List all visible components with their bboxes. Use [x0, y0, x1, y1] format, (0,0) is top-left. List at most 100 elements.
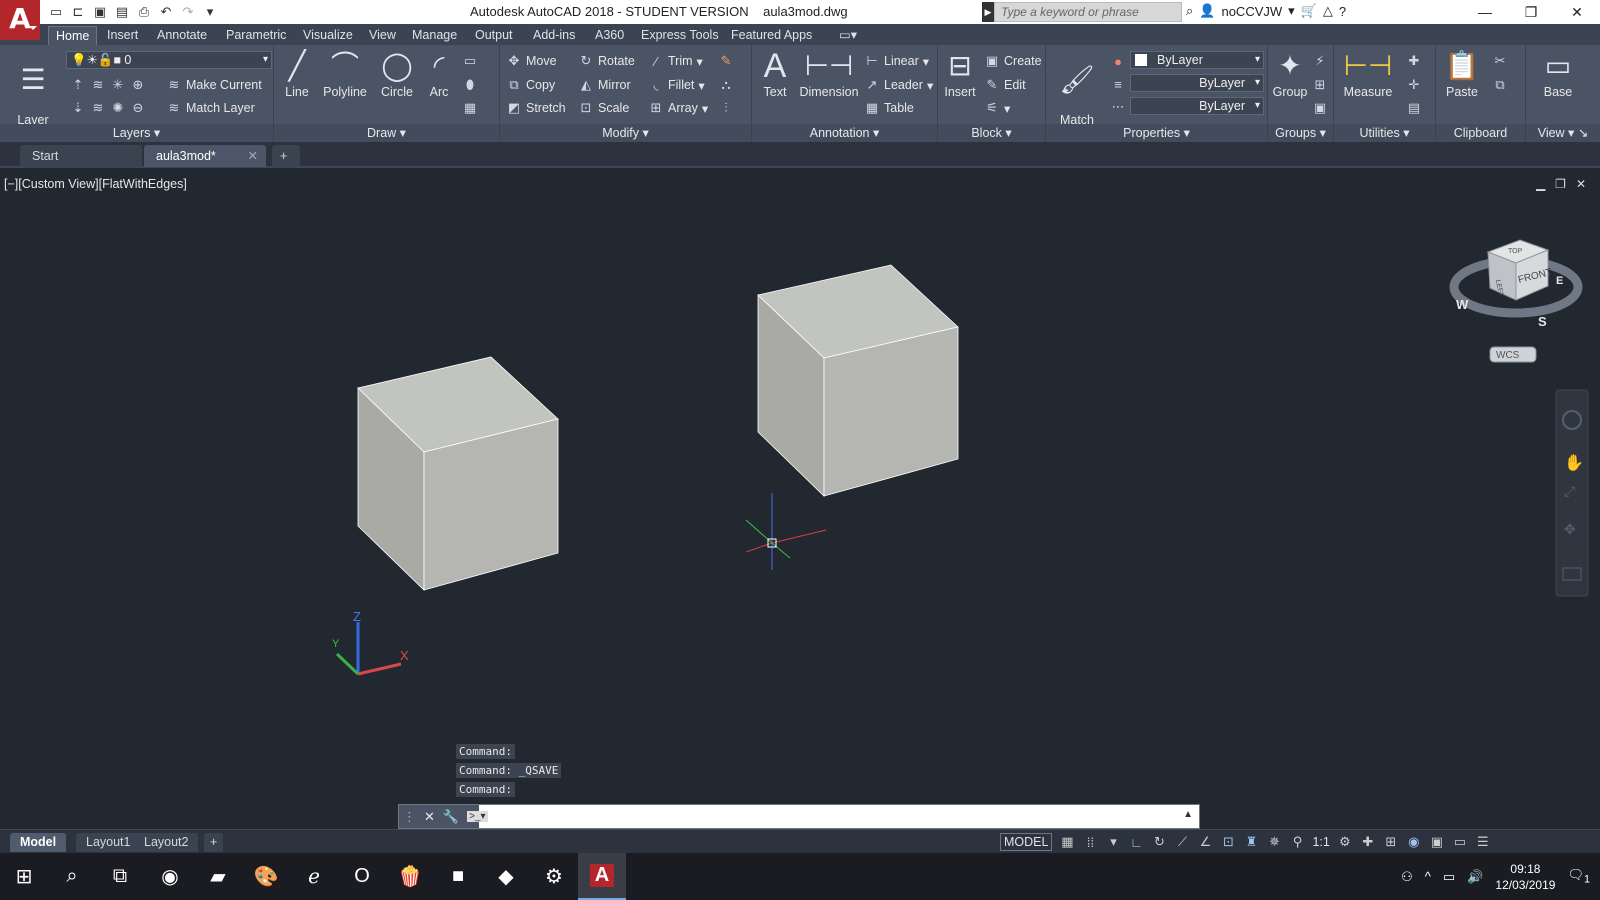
dimension-button[interactable]: ⊢⊣ Dimension: [796, 45, 862, 100]
cart-icon[interactable]: 🛒: [1301, 3, 1317, 19]
isodraft-icon[interactable]: ⟋: [1174, 834, 1190, 850]
polar-icon[interactable]: ↻: [1151, 834, 1167, 850]
viewport-close-icon[interactable]: ✕: [1576, 177, 1586, 191]
user-icon[interactable]: 👤: [1199, 3, 1215, 19]
tab-parametric[interactable]: Parametric: [219, 26, 293, 45]
people-icon[interactable]: ⚇: [1401, 869, 1413, 885]
ortho-icon[interactable]: ∟: [1128, 834, 1144, 850]
settings-gear-icon[interactable]: ⚙: [530, 853, 578, 900]
hatch-tool[interactable]: ⬮: [462, 77, 478, 93]
block-attributes-button[interactable]: ⚟ ▾: [984, 100, 1010, 116]
add-layout-icon[interactable]: +: [204, 833, 224, 852]
linetype-dropdown[interactable]: ByLayer: [1130, 74, 1264, 92]
linear-button[interactable]: ⊢ Linear ▾: [864, 53, 929, 69]
polyline-button[interactable]: ⌒ Polyline: [318, 45, 372, 100]
notifications-icon[interactable]: 🗨1: [1567, 867, 1590, 886]
solid-box-right[interactable]: [757, 264, 959, 497]
move-button[interactable]: ✥ Move: [506, 53, 557, 69]
quick-select-tool[interactable]: ✚: [1406, 53, 1422, 69]
compass-south-label[interactable]: S: [1538, 314, 1547, 329]
viewport-minimize-icon[interactable]: ▁: [1536, 177, 1545, 191]
fillet-button[interactable]: ◟ Fillet ▾: [648, 77, 704, 93]
workspace-gear-icon[interactable]: ⚙: [1337, 834, 1353, 850]
rectangle-tool[interactable]: ▭: [462, 53, 478, 69]
ucs-icon[interactable]: [335, 622, 402, 676]
scale-button[interactable]: ⊡ Scale: [578, 100, 630, 116]
recent-commands-icon[interactable]: ▲: [1183, 809, 1193, 820]
close-tab-icon[interactable]: ✕: [248, 145, 258, 167]
calculator-tool[interactable]: ▤: [1406, 100, 1422, 116]
ribbon-toggle-icon[interactable]: ▭▾: [832, 26, 864, 45]
match-layer-button[interactable]: ≋ Match Layer: [166, 100, 255, 116]
hardware-acceleration-icon[interactable]: ▣: [1429, 834, 1445, 850]
viewport-restore-icon[interactable]: ❐: [1555, 177, 1566, 191]
grid-icon[interactable]: ▦: [1059, 834, 1075, 850]
new-file-icon[interactable]: ▭: [48, 4, 64, 20]
units-icon[interactable]: ⊞: [1383, 834, 1399, 850]
make-current-button[interactable]: ≋ Make Current: [166, 77, 262, 93]
layers-panel-title[interactable]: Layers ▾: [0, 124, 273, 142]
layout-tab-model[interactable]: Model: [10, 833, 67, 852]
group-button[interactable]: ✦ Group: [1270, 45, 1310, 100]
edge-icon[interactable]: ℯ: [290, 853, 338, 900]
redo-icon[interactable]: ↷: [180, 4, 196, 20]
orbit-icon[interactable]: ✥: [1564, 521, 1576, 537]
battery-icon[interactable]: ▭: [1443, 869, 1455, 885]
windows-start-icon[interactable]: ⊞: [0, 853, 48, 900]
create-block-button[interactable]: ▣ Create: [984, 53, 1042, 69]
leader-button[interactable]: ↗ Leader ▾: [864, 77, 934, 93]
model-space-button[interactable]: MODEL: [1000, 833, 1053, 851]
clock[interactable]: 09:18 12/03/2019: [1495, 861, 1555, 893]
chevron-down-icon[interactable]: ▾: [1105, 834, 1121, 850]
workspace-icon[interactable]: ▾: [202, 4, 218, 20]
group-select-tool[interactable]: ▣: [1312, 100, 1328, 116]
measure-button[interactable]: ⊢⊣ Measure: [1338, 45, 1398, 100]
erase-tool[interactable]: ✎: [718, 53, 734, 69]
layer-on-icon[interactable]: ⇣: [70, 100, 86, 116]
tab-home[interactable]: Home: [48, 26, 98, 45]
tab-output[interactable]: Output: [468, 26, 520, 45]
text-button[interactable]: A Text: [758, 45, 792, 99]
ungroup-tool[interactable]: ⚡: [1312, 53, 1328, 69]
utilities-panel-title[interactable]: Utilities ▾: [1334, 124, 1435, 142]
zoom-extents-icon[interactable]: ⤢: [1564, 483, 1575, 499]
binoculars-icon[interactable]: ⌕: [1186, 3, 1193, 19]
rotate-button[interactable]: ↻ Rotate: [578, 53, 635, 69]
print-icon[interactable]: ⎙: [136, 4, 152, 20]
grip-handle-icon[interactable]: ⋮: [403, 809, 416, 825]
autocad-taskbar-icon[interactable]: A: [578, 853, 626, 900]
line-button[interactable]: ╱ Line: [280, 45, 314, 100]
customize-wrench-icon[interactable]: 🔧: [443, 809, 459, 825]
compass-west-label[interactable]: W: [1456, 297, 1469, 312]
cut-tool[interactable]: ✂: [1492, 53, 1508, 69]
undo-icon[interactable]: ↶: [158, 4, 174, 20]
tab-express-tools[interactable]: Express Tools: [634, 26, 726, 45]
layer-isolate-icon[interactable]: ≋: [90, 77, 106, 93]
annotation-scale-value[interactable]: 1:1: [1312, 835, 1329, 849]
tab-add-ins[interactable]: Add-ins: [526, 26, 582, 45]
color-dropdown[interactable]: ByLayer: [1130, 51, 1264, 69]
offset-tool[interactable]: ⫶: [718, 100, 734, 116]
command-input[interactable]: [483, 807, 1163, 826]
new-tab-icon[interactable]: +: [272, 145, 300, 167]
solid-box-left[interactable]: [357, 356, 559, 591]
block-panel-title[interactable]: Block ▾: [938, 124, 1045, 142]
tab-annotate[interactable]: Annotate: [150, 26, 214, 45]
open-folder-icon[interactable]: ⊏: [70, 4, 86, 20]
paint-icon[interactable]: 🎨: [242, 853, 290, 900]
layout-tab-layout1[interactable]: Layout1: [76, 833, 141, 852]
insert-block-button[interactable]: ⊟ Insert: [940, 45, 980, 100]
volume-icon[interactable]: 🔊: [1467, 869, 1483, 885]
restore-icon[interactable]: ❐: [1508, 0, 1554, 24]
drawing-viewport[interactable]: Z X Y TOP LEFT FRONT W S E WCS ✋ ⤢ ✥ [−]…: [0, 170, 1600, 826]
minimize-icon[interactable]: —: [1462, 0, 1508, 24]
tab-manage[interactable]: Manage: [405, 26, 464, 45]
chevron-up-icon[interactable]: ^: [1425, 869, 1431, 884]
application-menu-button[interactable]: A: [0, 0, 40, 40]
file-explorer-icon[interactable]: ▰: [194, 853, 242, 900]
lineweight-dropdown[interactable]: ByLayer: [1130, 97, 1264, 115]
navigation-bar[interactable]: ✋ ⤢ ✥: [1555, 389, 1589, 597]
layer-unlock-icon[interactable]: ⊖: [130, 100, 146, 116]
search-input[interactable]: Type a keyword or phrase: [994, 2, 1182, 22]
layer-thaw-icon[interactable]: ✺: [110, 100, 126, 116]
